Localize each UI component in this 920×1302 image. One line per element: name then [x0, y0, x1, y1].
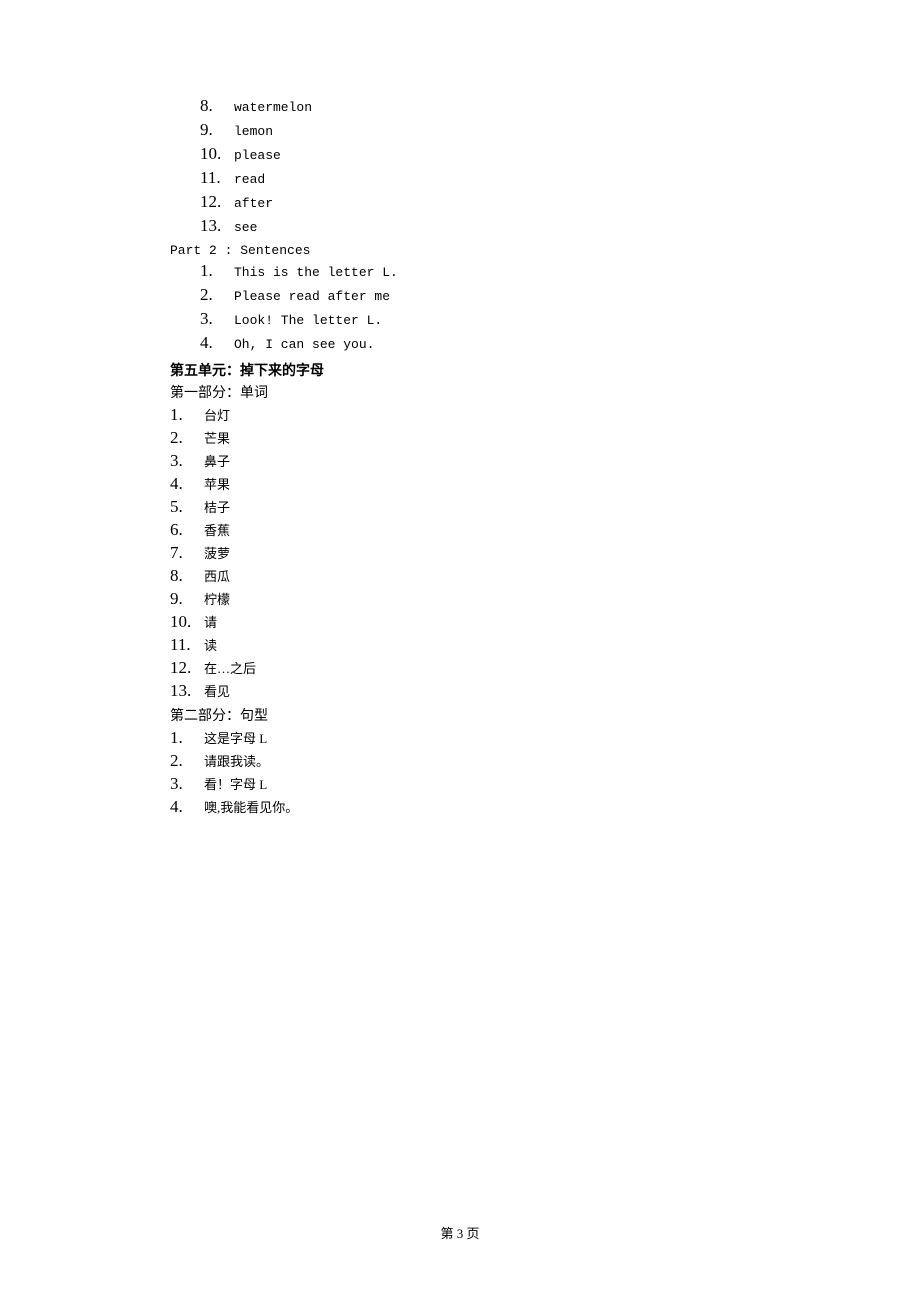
word-text: 香蕉 — [200, 520, 230, 542]
sentence-text: 这是字母 L — [200, 728, 267, 750]
part1-header-cn: 第一部分：单词 — [170, 382, 920, 402]
list-item: lemon — [200, 119, 920, 143]
list-item: 请跟我读。 — [170, 750, 920, 773]
sentence-text: 看！字母 L — [200, 774, 267, 796]
list-item: after — [200, 191, 920, 215]
list-item: This is the letter L. — [200, 260, 920, 284]
list-item: 香蕉 — [170, 519, 920, 542]
word-text: 桔子 — [200, 497, 230, 519]
word-text: read — [230, 169, 265, 191]
list-item: 菠萝 — [170, 542, 920, 565]
chinese-sentences-list: 这是字母 L 请跟我读。 看！字母 L 噢,我能看见你。 — [170, 727, 920, 819]
list-item: 在…之后 — [170, 657, 920, 680]
word-text: 柠檬 — [200, 589, 230, 611]
list-item: 噢,我能看见你。 — [170, 796, 920, 819]
word-text: watermelon — [230, 97, 312, 119]
word-text: 台灯 — [200, 405, 230, 427]
word-text: 在…之后 — [200, 658, 256, 680]
word-text: 苹果 — [200, 474, 230, 496]
english-sentences-list: This is the letter L. Please read after … — [200, 260, 920, 356]
list-item: Please read after me — [200, 284, 920, 308]
page-footer: 第 3 页 — [0, 1223, 920, 1242]
word-text: 西瓜 — [200, 566, 230, 588]
list-item: 西瓜 — [170, 565, 920, 588]
list-item: Oh, I can see you. — [200, 332, 920, 356]
word-text: 芒果 — [200, 428, 230, 450]
sentence-text: This is the letter L. — [230, 262, 398, 284]
list-item: 鼻子 — [170, 450, 920, 473]
word-text: lemon — [230, 121, 273, 143]
sentence-text: 噢,我能看见你。 — [200, 797, 298, 819]
list-item: 看见 — [170, 680, 920, 703]
part2-header-cn: 第二部分：句型 — [170, 705, 920, 725]
list-item: 台灯 — [170, 404, 920, 427]
sentence-text: Oh, I can see you. — [230, 334, 374, 356]
word-text: 请 — [200, 612, 217, 634]
sentence-text: Look! The letter L. — [230, 310, 382, 332]
word-text: 读 — [200, 635, 217, 657]
list-item: see — [200, 215, 920, 239]
list-item: 读 — [170, 634, 920, 657]
chinese-words-list: 台灯 芒果 鼻子 苹果 桔子 香蕉 菠萝 西瓜 柠檬 请 读 在…之后 看见 — [170, 404, 920, 703]
sentence-text: Please read after me — [230, 286, 390, 308]
list-item: please — [200, 143, 920, 167]
word-text: after — [230, 193, 273, 215]
list-item: Look! The letter L. — [200, 308, 920, 332]
word-text: 菠萝 — [200, 543, 230, 565]
word-text: please — [230, 145, 281, 167]
sentence-text: 请跟我读。 — [200, 751, 269, 773]
unit-title: 第五单元：掉下来的字母 — [170, 360, 920, 380]
word-text: 鼻子 — [200, 451, 230, 473]
word-text: 看见 — [200, 681, 230, 703]
list-item: 苹果 — [170, 473, 920, 496]
word-text: see — [230, 217, 257, 239]
english-words-list: watermelon lemon please read after see — [200, 95, 920, 239]
list-item: read — [200, 167, 920, 191]
part2-header-en: Part 2 : Sentences — [170, 243, 920, 258]
list-item: 看！字母 L — [170, 773, 920, 796]
list-item: 柠檬 — [170, 588, 920, 611]
list-item: watermelon — [200, 95, 920, 119]
list-item: 请 — [170, 611, 920, 634]
list-item: 芒果 — [170, 427, 920, 450]
list-item: 桔子 — [170, 496, 920, 519]
list-item: 这是字母 L — [170, 727, 920, 750]
